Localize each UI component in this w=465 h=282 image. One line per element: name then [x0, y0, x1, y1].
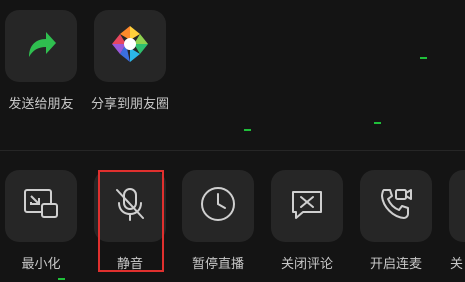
minimize-button[interactable] — [5, 170, 77, 242]
green-mark — [58, 278, 65, 280]
green-mark — [244, 129, 251, 131]
send-to-friend-button[interactable] — [5, 10, 77, 82]
pause-live-label: 暂停直播 — [191, 257, 244, 272]
start-co-host-button[interactable] — [360, 170, 432, 242]
partial-action-label: 关 — [450, 257, 464, 272]
close-comments-button[interactable] — [271, 170, 343, 242]
share-to-moments-label: 分享到朋友圈 — [90, 97, 169, 112]
pause-live-button[interactable] — [182, 170, 254, 242]
partial-action-button[interactable] — [449, 170, 465, 242]
forward-arrow-icon — [24, 27, 58, 65]
minimize-window-icon — [21, 184, 61, 228]
clock-icon — [198, 184, 238, 228]
phone-video-icon — [376, 184, 416, 228]
selection-highlight — [98, 170, 164, 272]
moments-icon — [110, 24, 150, 68]
start-co-host-label: 开启连麦 — [369, 257, 422, 272]
close-comments-label: 关闭评论 — [280, 257, 333, 272]
send-to-friend-label: 发送给朋友 — [8, 97, 74, 112]
green-mark — [374, 122, 381, 124]
comment-off-icon — [287, 184, 327, 228]
section-divider — [0, 150, 465, 151]
green-mark — [420, 57, 427, 59]
share-to-moments-button[interactable] — [94, 10, 166, 82]
minimize-label: 最小化 — [21, 257, 61, 272]
